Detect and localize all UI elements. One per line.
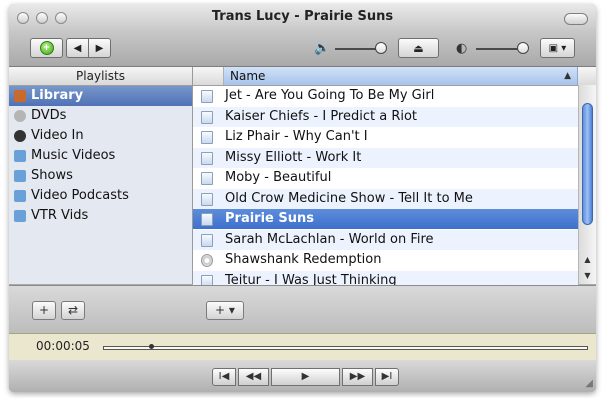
list-row[interactable]: Moby - Beautiful bbox=[193, 168, 578, 188]
video-in-icon bbox=[14, 130, 26, 142]
display-menu-button[interactable]: ▣ ▾ bbox=[540, 38, 575, 58]
sidebar-item-video-podcasts[interactable]: Video Podcasts bbox=[9, 186, 192, 206]
sidebar-item-music-videos[interactable]: Music Videos bbox=[9, 146, 192, 166]
list-header: Name ▲ bbox=[193, 67, 596, 86]
brightness-slider-knob[interactable] bbox=[517, 42, 529, 54]
sidebar-item-label: Video Podcasts bbox=[31, 188, 129, 203]
sidebar-item-library[interactable]: Library bbox=[9, 86, 192, 106]
row-name: Kaiser Chiefs - I Predict a Riot bbox=[225, 108, 418, 124]
playlist-icon bbox=[14, 170, 26, 182]
sync-button[interactable]: ⇄ bbox=[61, 301, 85, 320]
dvd-icon bbox=[201, 254, 213, 267]
sidebar-item-label: Library bbox=[31, 88, 84, 103]
sidebar-item-dvds[interactable]: DVDs bbox=[9, 106, 192, 126]
list-row[interactable]: Liz Phair - Why Can't I bbox=[193, 127, 578, 147]
movie-file-icon bbox=[201, 110, 213, 124]
movie-file-icon bbox=[201, 233, 213, 247]
fast-forward-button[interactable]: ▶▶ bbox=[342, 368, 373, 386]
next-icon: ▶ bbox=[95, 42, 104, 54]
playlists-sidebar: Playlists Library DVDs Video In Music Video… bbox=[9, 67, 193, 284]
elapsed-time: 00:00:05 bbox=[36, 339, 90, 353]
row-name: Liz Phair - Why Can't I bbox=[225, 129, 368, 144]
display-menu-icon: ▣ ▾ bbox=[548, 42, 567, 54]
add-green-icon: + bbox=[39, 41, 54, 55]
media-list: Name ▲ Jet - Are You Going To Be My Girl… bbox=[193, 67, 596, 291]
resize-grip-icon[interactable]: ◢ bbox=[585, 378, 593, 389]
title-bar: Trans Lucy - Prairie Suns + ◀ ▶ 🔈 ⏏ ◐ ▣ … bbox=[9, 4, 596, 67]
playlist-icon bbox=[14, 210, 26, 222]
list-row[interactable]: Prairie Suns bbox=[193, 209, 578, 229]
list-row[interactable]: Shawshank Redemption bbox=[193, 250, 578, 270]
next-button[interactable]: ▶ bbox=[88, 38, 111, 58]
bottom-bar: + ⇄ + ▾ bbox=[9, 285, 596, 334]
scroll-down-arrow[interactable]: ▼ bbox=[579, 269, 596, 283]
previous-icon: ◀ bbox=[73, 42, 82, 54]
sidebar-item-label: Music Videos bbox=[31, 148, 116, 163]
sidebar-item-label: VTR Vids bbox=[31, 208, 89, 223]
skip-back-button[interactable]: I◀ bbox=[212, 368, 236, 386]
playhead[interactable] bbox=[148, 344, 154, 349]
playback-bar: 00:00:05 bbox=[9, 333, 596, 361]
sidebar-item-label: Shows bbox=[31, 168, 73, 183]
movie-file-icon bbox=[201, 192, 213, 206]
row-name: Shawshank Redemption bbox=[225, 252, 382, 267]
list-row[interactable]: Old Crow Medicine Show - Tell It to Me bbox=[193, 188, 578, 209]
scroll-up-arrow[interactable]: ▲ bbox=[579, 253, 596, 267]
add-source-button[interactable]: + bbox=[30, 38, 63, 58]
list-row[interactable]: Jet - Are You Going To Be My Girl bbox=[193, 86, 578, 106]
volume-icon: 🔈 bbox=[314, 41, 331, 56]
app-window: Trans Lucy - Prairie Suns + ◀ ▶ 🔈 ⏏ ◐ ▣ … bbox=[9, 4, 596, 392]
movie-file-icon bbox=[201, 151, 213, 165]
dvd-icon bbox=[14, 110, 26, 122]
sidebar-item-video-in[interactable]: Video In bbox=[9, 126, 192, 146]
contrast-icon: ◐ bbox=[456, 41, 468, 56]
name-column-header[interactable]: Name ▲ bbox=[224, 67, 578, 85]
movie-file-icon bbox=[201, 90, 213, 103]
movie-file-icon bbox=[201, 213, 213, 226]
list-row[interactable]: Sarah McLachlan - World on Fire bbox=[193, 229, 578, 250]
sidebar-item-shows[interactable]: Shows bbox=[9, 166, 192, 186]
brightness-slider[interactable] bbox=[476, 48, 518, 50]
movie-file-icon bbox=[201, 172, 213, 185]
sidebar-item-label: Video In bbox=[31, 128, 84, 143]
scrollbar-thumb[interactable] bbox=[582, 103, 593, 225]
vertical-scrollbar[interactable]: ▲ ▼ bbox=[578, 85, 596, 284]
add-menu-button[interactable]: + ▾ bbox=[206, 301, 244, 320]
toolbar-toggle-button[interactable] bbox=[564, 13, 588, 25]
row-name: Jet - Are You Going To Be My Girl bbox=[225, 88, 435, 103]
library-icon bbox=[14, 90, 26, 102]
transport-controls: I◀ ◀◀ ▶ ▶▶ ▶I ◢ bbox=[9, 360, 596, 392]
sort-ascending-icon: ▲ bbox=[564, 71, 571, 81]
row-name: Moby - Beautiful bbox=[225, 170, 332, 185]
playlist-icon bbox=[14, 190, 26, 202]
list-row[interactable]: Kaiser Chiefs - I Predict a Riot bbox=[193, 106, 578, 127]
previous-button[interactable]: ◀ bbox=[66, 38, 89, 58]
progress-track[interactable] bbox=[103, 344, 588, 350]
row-name: Prairie Suns bbox=[225, 211, 314, 226]
eject-icon: ⏏ bbox=[413, 41, 424, 55]
name-column-label: Name bbox=[230, 69, 266, 83]
skip-forward-button[interactable]: ▶I bbox=[375, 368, 399, 386]
volume-slider[interactable] bbox=[335, 48, 377, 50]
playlist-icon bbox=[14, 150, 26, 162]
eject-button[interactable]: ⏏ bbox=[398, 38, 439, 58]
sidebar-item-vtr-vids[interactable]: VTR Vids bbox=[9, 206, 192, 226]
movie-file-icon bbox=[201, 131, 213, 144]
volume-slider-knob[interactable] bbox=[375, 42, 387, 54]
play-button[interactable]: ▶ bbox=[271, 368, 340, 386]
add-playlist-button[interactable]: + bbox=[32, 301, 56, 320]
icon-column-header[interactable] bbox=[193, 67, 224, 85]
window-title: Trans Lucy - Prairie Suns bbox=[211, 9, 394, 24]
list-row[interactable]: Missy Elliott - Work It bbox=[193, 147, 578, 168]
sidebar-item-label: DVDs bbox=[31, 108, 67, 123]
playlists-header: Playlists bbox=[9, 67, 192, 86]
row-name: Old Crow Medicine Show - Tell It to Me bbox=[225, 190, 473, 206]
rewind-button[interactable]: ◀◀ bbox=[238, 368, 269, 386]
row-name: Sarah McLachlan - World on Fire bbox=[225, 231, 434, 247]
row-name: Missy Elliott - Work It bbox=[225, 149, 362, 165]
